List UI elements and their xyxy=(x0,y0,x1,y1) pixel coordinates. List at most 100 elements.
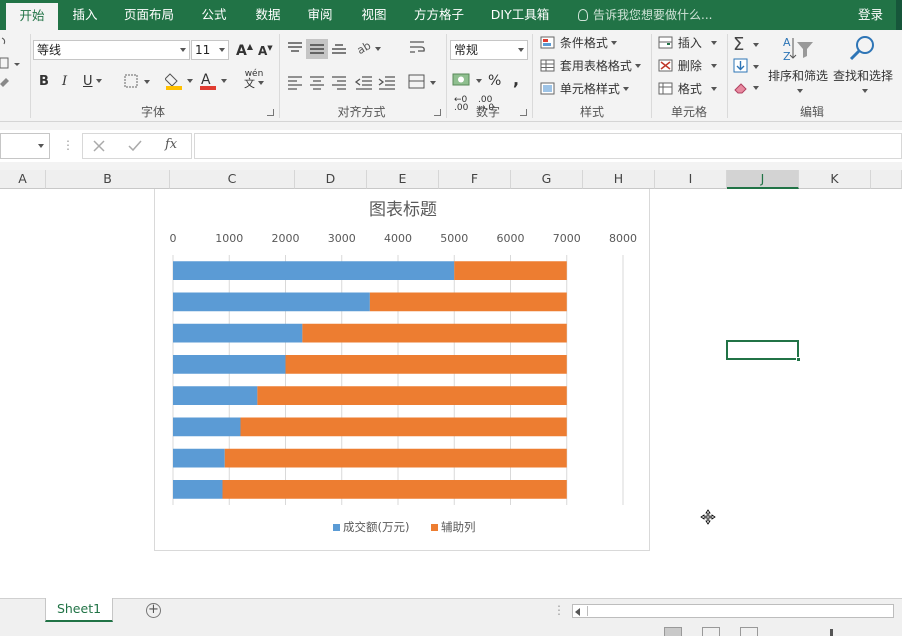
page-break-view-icon[interactable] xyxy=(740,627,758,636)
align-left-icon[interactable] xyxy=(286,74,304,90)
align-middle-icon[interactable] xyxy=(308,40,326,56)
column-header-k[interactable]: K xyxy=(799,170,871,189)
chart-bar-series1[interactable] xyxy=(173,292,370,312)
legend-label[interactable]: 成交额(万元) xyxy=(343,520,409,534)
scroll-thumb[interactable] xyxy=(587,606,893,616)
column-header-f[interactable]: F xyxy=(439,170,511,189)
plus-circle-icon[interactable]: + xyxy=(146,603,161,618)
column-header-h[interactable]: H xyxy=(583,170,655,189)
tab-data[interactable]: 数据 xyxy=(246,0,290,30)
tab-diy-toolbox[interactable]: DIY工具箱 xyxy=(488,0,552,30)
chart-bar-series1[interactable] xyxy=(173,448,225,468)
chart-bar-series1[interactable] xyxy=(173,323,303,343)
align-right-icon[interactable] xyxy=(330,74,348,90)
bar-chart[interactable]: 图表标题 0 1000 2000 3000 4000 5000 6000 7000 8000 成… xyxy=(154,189,650,551)
conditional-formatting-button[interactable]: 条件格式 xyxy=(540,34,617,51)
name-box[interactable] xyxy=(0,133,50,159)
decrease-font-icon[interactable]: A▼ xyxy=(258,44,273,58)
selected-cell[interactable] xyxy=(726,340,799,360)
insert-cells-button[interactable]: 插入 xyxy=(658,34,717,51)
column-header-i[interactable]: I xyxy=(655,170,727,189)
tab-split-grip-icon[interactable]: ⋮ xyxy=(553,603,565,617)
underline-button[interactable]: U xyxy=(83,74,102,89)
align-center-icon[interactable] xyxy=(308,74,326,90)
phonetic-guide-button[interactable]: wén 文 xyxy=(244,70,264,90)
tab-insert[interactable]: 插入 xyxy=(64,0,106,30)
italic-button[interactable]: I xyxy=(62,74,67,89)
horizontal-scrollbar[interactable] xyxy=(572,604,894,618)
wrap-text-icon[interactable] xyxy=(408,38,428,58)
tab-formulas[interactable]: 公式 xyxy=(192,0,236,30)
chart-bar-series1[interactable] xyxy=(173,355,286,374)
bold-button[interactable]: B xyxy=(39,74,49,89)
chart-bar-series2[interactable] xyxy=(454,261,567,280)
merge-center-icon[interactable] xyxy=(408,72,438,92)
chart-bar-series1[interactable] xyxy=(173,417,241,437)
tab-view[interactable]: 视图 xyxy=(352,0,396,30)
chart-bar-series1[interactable] xyxy=(173,480,223,499)
column-header-a[interactable]: A xyxy=(0,170,46,189)
tab-home[interactable]: 开始 xyxy=(6,3,58,30)
orientation-icon[interactable]: ab xyxy=(355,38,383,58)
font-size-box[interactable]: 11 xyxy=(191,40,229,60)
enter-check-icon[interactable] xyxy=(127,138,143,154)
font-color-icon[interactable]: A xyxy=(199,70,231,92)
zoom-slider-thumb[interactable] xyxy=(830,629,833,636)
chart-bar-series2[interactable] xyxy=(257,386,567,405)
chart-bar-series2[interactable] xyxy=(224,448,567,468)
chart-bar-series1[interactable] xyxy=(173,386,258,405)
align-bottom-icon[interactable] xyxy=(330,40,348,56)
decrease-indent-icon[interactable] xyxy=(354,74,374,90)
column-header-j[interactable]: J xyxy=(727,170,799,189)
chart-title[interactable]: 图表标题 xyxy=(369,200,437,220)
sort-filter-button[interactable]: AZ 排序和筛选 xyxy=(767,34,829,98)
tab-review[interactable]: 审阅 xyxy=(298,0,342,30)
find-select-button[interactable]: 查找和选择 xyxy=(832,34,894,98)
increase-font-icon[interactable]: A▲ xyxy=(236,42,253,59)
tab-page-layout[interactable]: 页面布局 xyxy=(118,0,180,30)
normal-view-icon[interactable] xyxy=(664,627,682,636)
fill-color-icon[interactable] xyxy=(165,70,197,92)
alignment-dialog-launcher[interactable] xyxy=(434,109,441,116)
column-header-b[interactable]: B xyxy=(46,170,170,189)
chart-bar-series1[interactable] xyxy=(173,261,455,280)
column-header-g[interactable]: G xyxy=(511,170,583,189)
format-as-table-button[interactable]: 套用表格格式 xyxy=(540,57,641,74)
clipboard-fragment-icon[interactable] xyxy=(0,34,22,94)
tab-fangfanggezi[interactable]: 方方格子 xyxy=(408,0,470,30)
fill-handle[interactable] xyxy=(796,357,801,362)
chart-bar-series2[interactable] xyxy=(302,323,567,343)
comma-style-button[interactable]: , xyxy=(513,70,519,89)
number-dialog-launcher[interactable] xyxy=(520,109,527,116)
column-header-d[interactable]: D xyxy=(295,170,367,189)
chart-bar-series2[interactable] xyxy=(369,292,567,312)
column-header-e[interactable]: E xyxy=(367,170,439,189)
fill-down-icon[interactable] xyxy=(733,58,763,76)
scroll-left-icon[interactable] xyxy=(575,608,580,616)
page-layout-view-icon[interactable] xyxy=(702,627,720,636)
legend-label[interactable]: 辅助列 xyxy=(441,520,476,534)
cell-styles-button[interactable]: 单元格样式 xyxy=(540,80,629,97)
number-format-box[interactable]: 常规 xyxy=(450,40,528,60)
sigma-icon[interactable]: Σ xyxy=(733,34,763,54)
percent-style-button[interactable]: % xyxy=(488,73,501,89)
login-button[interactable]: 登录 xyxy=(858,0,883,30)
clear-icon[interactable] xyxy=(733,80,763,96)
font-name-box[interactable]: 等线 xyxy=(33,40,190,60)
border-icon[interactable] xyxy=(124,74,152,90)
delete-cells-button[interactable]: 删除 xyxy=(658,57,717,74)
chart-bar-series2[interactable] xyxy=(240,417,567,437)
increase-indent-icon[interactable] xyxy=(377,74,397,90)
chart-bar-series2[interactable] xyxy=(285,355,567,374)
accounting-format-icon[interactable] xyxy=(452,70,486,92)
align-top-icon[interactable] xyxy=(286,40,304,56)
sheet-tab-sheet1[interactable]: Sheet1 xyxy=(45,598,113,622)
cancel-icon[interactable] xyxy=(91,138,107,154)
insert-function-button[interactable]: fx xyxy=(165,137,177,152)
tell-me-search[interactable]: 告诉我您想要做什么... xyxy=(578,0,712,30)
chart-bar-series2[interactable] xyxy=(222,480,567,499)
formula-input[interactable] xyxy=(194,133,902,159)
format-cells-button[interactable]: 格式 xyxy=(658,80,717,97)
column-header-c[interactable]: C xyxy=(170,170,295,189)
font-dialog-launcher[interactable] xyxy=(267,109,274,116)
